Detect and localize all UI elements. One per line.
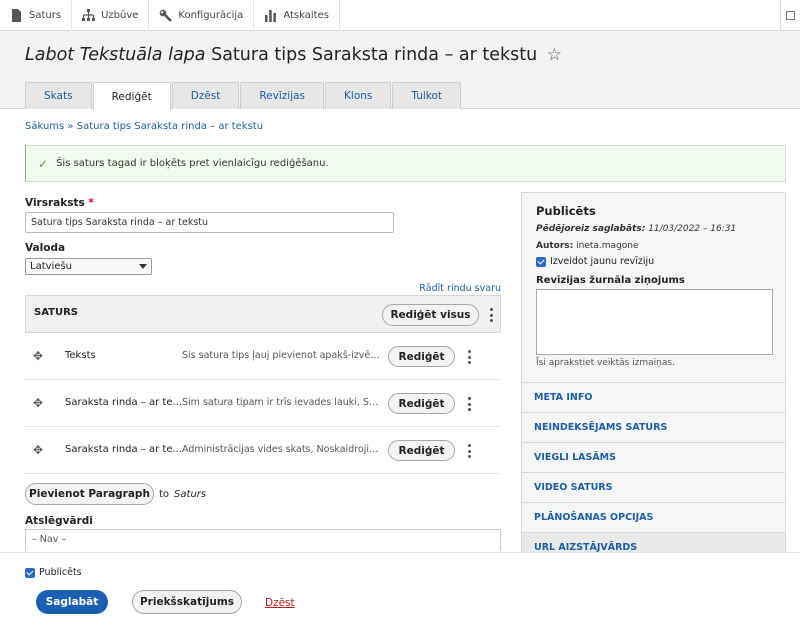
add-paragraph-row: Pievienot Paragraph to Saturs: [25, 483, 206, 505]
revision-log-textarea[interactable]: [536, 289, 773, 355]
tab-tulkot[interactable]: Tulkot: [392, 82, 462, 109]
paragraph-summary: Šim satura tipam ir trīs ievades lauki, …: [182, 397, 380, 408]
author-value: ineta.magone: [576, 241, 639, 251]
keywords-label: Atslēgvārdi: [25, 515, 93, 527]
paragraph-row: ✥ Saraksta rinda – ar te... Šim satura t…: [25, 380, 501, 427]
square-icon: [786, 10, 795, 20]
new-revision-label: Izveidot jaunu revīziju: [550, 256, 655, 267]
drag-handle-icon[interactable]: ✥: [33, 349, 43, 363]
published-checkbox-row: Publicēts: [25, 567, 82, 578]
breadcrumb[interactable]: Sākums » Satura tips Saraksta rinda – ar…: [25, 121, 263, 132]
delete-link[interactable]: Dzēst: [265, 597, 295, 609]
keywords-input[interactable]: – Nav –: [25, 529, 501, 551]
toolbar-item-uzbuve[interactable]: Uzbūve: [72, 0, 150, 31]
toolbar-item-atskaites[interactable]: Atskaites: [254, 0, 340, 31]
section-meta-info[interactable]: META INFO: [522, 382, 785, 412]
star-icon[interactable]: ☆: [547, 45, 562, 65]
paragraph-name: Saraksta rinda – ar te...: [65, 397, 183, 408]
chevron-down-icon: [139, 264, 147, 269]
section-noindex[interactable]: NEINDEKSĒJAMS SATURS: [522, 412, 785, 442]
last-saved: Pēdējoreiz saglabāts: 11/03/2022 – 16:31: [536, 224, 736, 234]
last-saved-value: 11/03/2022 – 16:31: [648, 224, 737, 234]
author-label: Autors:: [536, 241, 574, 251]
language-select[interactable]: Latviešu: [25, 258, 152, 275]
primary-tabs: Skats Rediģēt Dzēst Revīzijas Klons Tulk…: [25, 82, 462, 110]
section-scheduling[interactable]: PLĀNOŠANAS OPCIJAS: [522, 502, 785, 532]
more-actions-icon[interactable]: [487, 308, 495, 322]
section-video[interactable]: VIDEO SATURS: [522, 472, 785, 502]
save-button[interactable]: Saglabāt: [36, 590, 108, 614]
title-input[interactable]: Satura tips Saraksta rinda – ar tekstu: [25, 212, 394, 233]
drag-handle-icon[interactable]: ✥: [33, 396, 43, 410]
edit-all-button[interactable]: Rediģēt visus: [382, 304, 479, 326]
drag-handle-icon[interactable]: ✥: [33, 443, 43, 457]
revision-log-hint: Īsi aprakstiet veiktās izmaiņas.: [536, 358, 675, 368]
title-label: Virsraksts *: [25, 197, 94, 209]
sitemap-icon: [82, 8, 96, 22]
page-header: Labot Tekstuāla lapa Satura tips Sarakst…: [0, 31, 800, 110]
tab-rediget[interactable]: Rediģēt: [92, 82, 171, 110]
toolbar-label: Saturs: [29, 9, 62, 21]
page-title-prefix: Labot Tekstuāla lapa: [25, 45, 206, 65]
more-actions-icon[interactable]: [465, 444, 473, 458]
title-label-text: Virsraksts: [25, 197, 85, 209]
paragraph-row: ✥ Teksts Šis satura tips ļauj pievienot …: [25, 333, 501, 380]
show-row-weights-link[interactable]: Rādīt rindu svaru: [419, 283, 501, 294]
new-revision-checkbox-row: Izveidot jaunu revīziju: [536, 256, 654, 267]
toolbar-item-konfiguracija[interactable]: Konfigurācija: [149, 0, 255, 31]
wrench-icon: [159, 9, 173, 22]
language-label: Valoda: [25, 242, 66, 254]
meta-sidebar: Publicēts Pēdējoreiz saglabāts: 11/03/20…: [521, 192, 786, 562]
paragraph-row: ✥ Saraksta rinda – ar te... Administrāci…: [25, 427, 501, 474]
author: Autors: ineta.magone: [536, 241, 639, 251]
preview-button[interactable]: Priekšskatījums: [132, 590, 242, 614]
toolbar-label: Konfigurācija: [178, 9, 244, 21]
add-paragraph-target: Saturs: [174, 488, 207, 500]
paragraphs-table: SATURS Rediģēt visus ✥ Teksts Šis satura…: [25, 295, 501, 474]
checkmark-icon: ✓: [38, 156, 49, 171]
published-checkbox[interactable]: [25, 567, 35, 578]
status-message-text: Šis saturs tagad ir bloķēts pret vienlai…: [56, 158, 329, 169]
required-marker: *: [88, 197, 94, 209]
paragraph-name: Saraksta rinda – ar te...: [65, 444, 183, 455]
status-message: ✓ Šis saturs tagad ir bloķēts pret vienl…: [25, 145, 786, 182]
paragraph-summary: Administrācijas vides skats, Noskaidroji…: [182, 444, 380, 455]
tab-klons[interactable]: Klons: [325, 82, 392, 109]
content-heading: SATURS: [34, 307, 79, 318]
file-icon: [10, 8, 23, 22]
paragraph-edit-button[interactable]: Rediģēt: [388, 440, 455, 461]
tab-skats[interactable]: Skats: [25, 82, 92, 109]
revision-log-label: Revīzijas žurnāla ziņojums: [536, 275, 685, 286]
bar-chart-icon: [264, 9, 277, 22]
admin-toolbar: Saturs Uzbūve Konfigurācija Atskaites: [0, 0, 800, 31]
paragraphs-header: SATURS Rediģēt visus: [25, 295, 501, 333]
toolbar-orientation-toggle[interactable]: [780, 0, 800, 31]
paragraph-edit-button[interactable]: Rediģēt: [388, 393, 455, 414]
language-select-value: Latviešu: [30, 261, 73, 272]
page-title-text: Satura tips Saraksta rinda – ar tekstu: [211, 45, 538, 65]
more-actions-icon[interactable]: [465, 397, 473, 411]
form-actions: Publicēts Saglabāt Priekšskatījums Dzēst: [0, 552, 800, 625]
section-easy-read[interactable]: VIEGLI LASĀMS: [522, 442, 785, 472]
add-paragraph-button[interactable]: Pievienot Paragraph: [25, 483, 154, 505]
paragraph-name: Teksts: [65, 350, 96, 361]
more-actions-icon[interactable]: [465, 350, 473, 364]
paragraph-summary: Šis satura tips ļauj pievienot apakš-izv…: [182, 350, 380, 361]
toolbar-item-saturs[interactable]: Saturs: [0, 0, 73, 31]
publish-status-title: Publicēts: [536, 204, 596, 218]
tab-revizijas[interactable]: Revīzijas: [240, 82, 325, 109]
last-saved-label: Pēdējoreiz saglabāts:: [536, 224, 646, 234]
toolbar-label: Atskaites: [283, 9, 329, 21]
toolbar-label: Uzbūve: [101, 9, 139, 21]
new-revision-checkbox[interactable]: [536, 256, 546, 267]
published-label: Publicēts: [39, 567, 82, 578]
tab-dzest[interactable]: Dzēst: [171, 82, 240, 109]
paragraph-edit-button[interactable]: Rediģēt: [388, 346, 455, 367]
page-title: Labot Tekstuāla lapa Satura tips Sarakst…: [25, 45, 562, 65]
add-paragraph-to: to: [159, 488, 170, 500]
